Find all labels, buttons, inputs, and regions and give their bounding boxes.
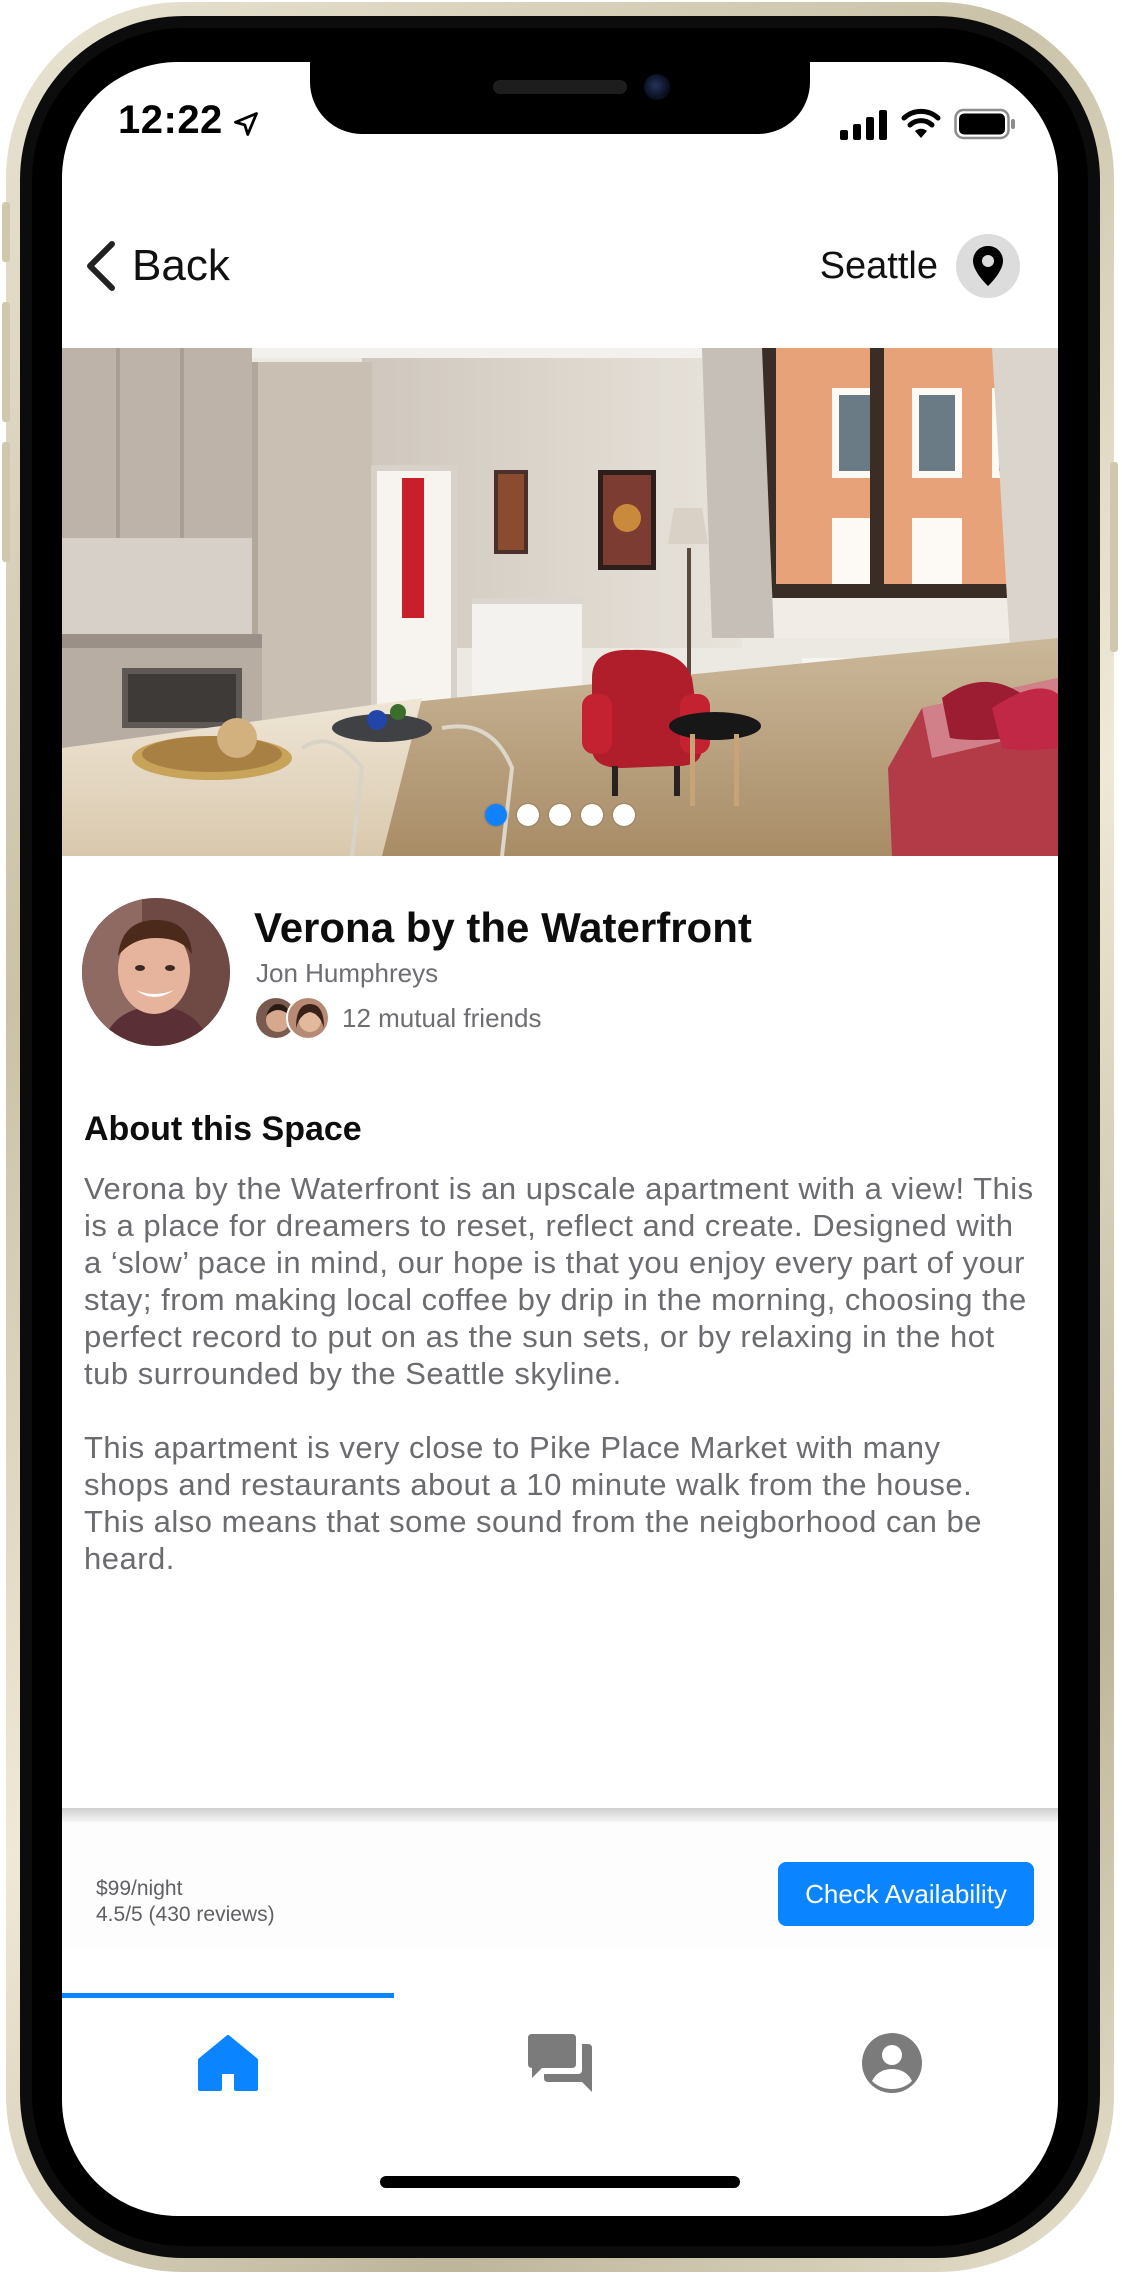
about-description: Verona by the Waterfront is an upscale a… [84,1170,1034,1577]
check-availability-button[interactable]: Check Availability [778,1862,1034,1926]
host-avatar[interactable] [82,898,230,1046]
cellular-signal-icon [840,110,887,140]
location-selector[interactable]: Seattle [820,226,1020,306]
front-camera [644,74,670,100]
city-label: Seattle [819,244,938,287]
booking-bar: $99/night 4.5/5 (430 reviews) Check Avai… [62,1822,1058,1948]
about-paragraph: This apartment is very close to Pike Pla… [84,1430,983,1576]
home-icon [198,2035,258,2091]
tab-home[interactable] [62,1998,394,2128]
status-time: 12:22 [118,98,223,142]
listing-title: Verona by the Waterfront [254,904,752,951]
booking-divider [62,1808,1058,1822]
chevron-left-icon [87,241,115,291]
host-name[interactable]: Jon Humphreys [256,958,438,989]
price-info: $99/night 4.5/5 (430 reviews) [96,1876,275,1928]
carousel-dot[interactable] [581,804,603,826]
carousel-dot[interactable] [485,804,507,826]
listing-photo-carousel[interactable] [62,348,1058,856]
home-indicator[interactable] [380,2176,740,2188]
carousel-dot[interactable] [613,804,635,826]
earpiece-speaker [493,80,627,94]
back-button[interactable]: Back [84,226,230,306]
wifi-icon [901,108,941,138]
rating-summary: 4.5/5 (430 reviews) [96,1903,275,1926]
chat-icon [528,2034,592,2092]
apartment-photo [62,348,1058,856]
host-portrait [82,898,230,1046]
location-arrow-icon [234,112,258,136]
nav-header: Back Seattle [62,212,1058,332]
back-label: Back [132,241,230,290]
listing-host-section: Verona by the Waterfront Jon Humphreys 1… [82,898,1042,1058]
bottom-tab-bar [62,1998,1058,2168]
nightly-price: $99/night [96,1877,183,1900]
account-circle-icon [862,2033,922,2093]
notch [310,62,810,134]
carousel-dot[interactable] [517,804,539,826]
tab-profile[interactable] [726,1998,1058,2128]
about-heading: About this Space [84,1110,362,1148]
friend-avatar [286,996,330,1040]
map-pin-icon [973,246,1003,286]
tab-messages[interactable] [394,1998,726,2128]
carousel-dot[interactable] [549,804,571,826]
app-screen: 12:22 Back Seattle Verona by the Waterfr… [62,62,1058,2216]
mutual-friends[interactable]: 12 mutual friends [254,996,541,1040]
carousel-dots [62,804,1058,826]
battery-icon [954,108,1015,140]
map-pin-button[interactable] [956,234,1020,298]
mutual-friends-count: 12 mutual friends [342,1002,542,1033]
about-paragraph: Verona by the Waterfront is an upscale a… [84,1171,1034,1391]
